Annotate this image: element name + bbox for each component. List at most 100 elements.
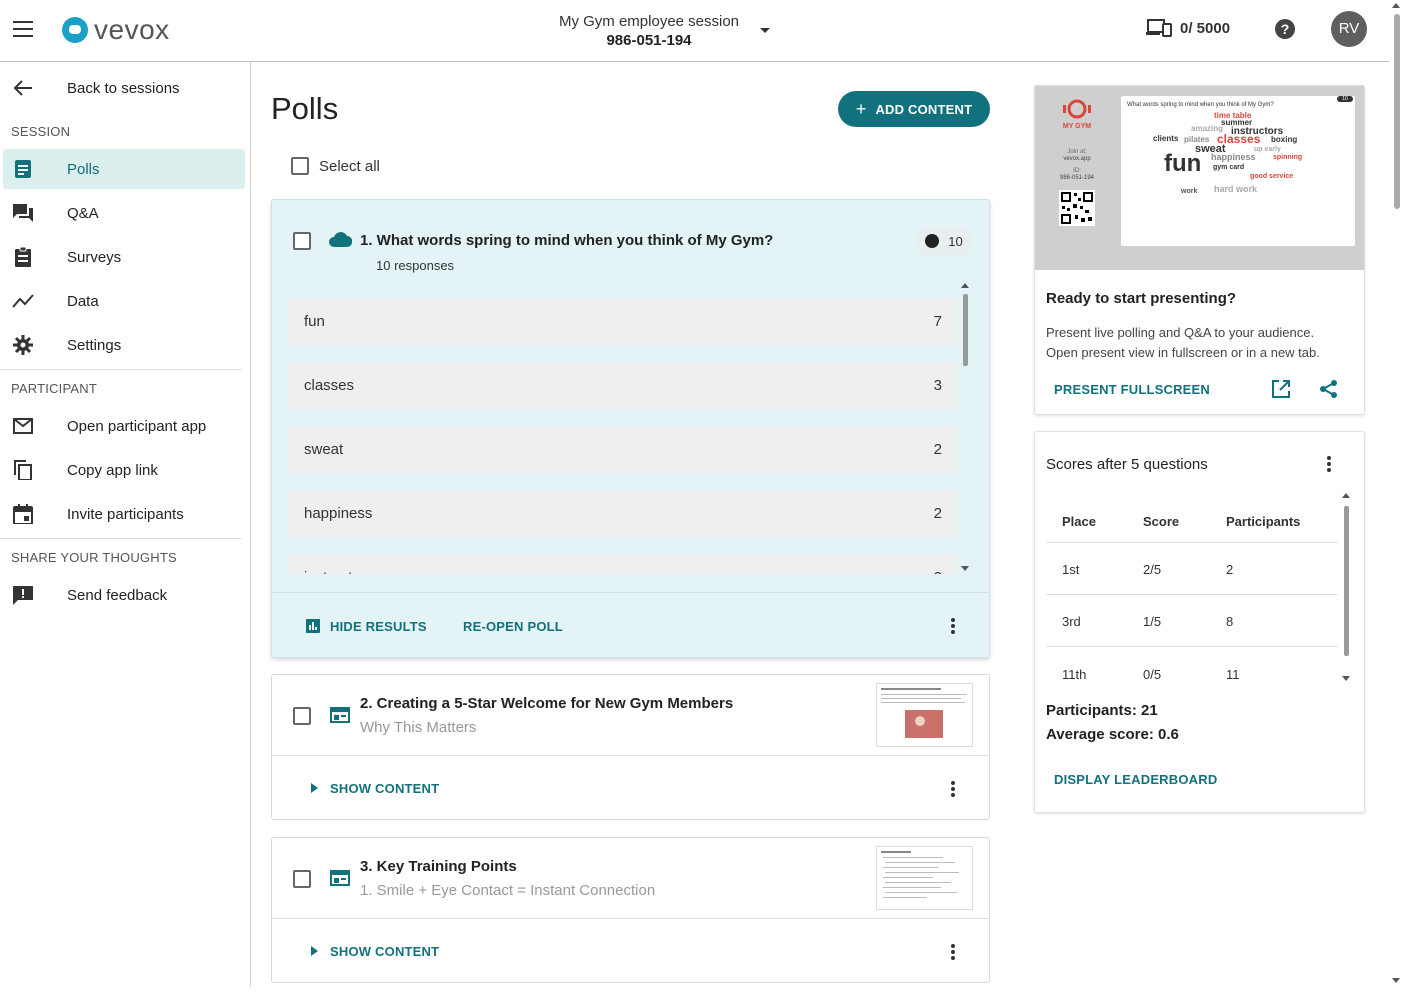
more-options-icon[interactable] [951,944,955,960]
chevron-down-icon[interactable] [760,28,770,33]
present-preview[interactable]: MY GYM Join at: vevox.app ID: 986-051-19… [1035,86,1364,270]
gear-icon [13,335,33,355]
divider [0,369,242,370]
avatar[interactable]: RV [1331,11,1367,47]
score-place: 1st [1062,562,1080,577]
add-content-button[interactable]: + ADD CONTENT [838,91,990,127]
col-header-participants: Participants [1226,514,1301,529]
content-subtitle: 1. Smile + Eye Contact = Instant Connect… [360,882,656,899]
more-options-icon[interactable] [1327,456,1331,472]
result-row: instructors 2 [288,554,958,574]
results-scrollbar[interactable] [958,280,972,574]
content-checkbox[interactable] [293,870,311,888]
row-divider [1046,542,1338,543]
send-feedback[interactable]: Send feedback [0,575,242,615]
score-participants: 2 [1226,562,1234,577]
qr-code [1059,190,1095,226]
logo[interactable]: vevox [62,14,170,46]
copy-app-link[interactable]: Copy app link [0,450,242,490]
participant-count-text: 0/ 5000 [1180,19,1231,37]
page-scrollbar[interactable] [1389,0,1404,987]
slide-thumbnail [876,683,973,747]
back-to-sessions[interactable]: Back to sessions [0,68,242,108]
invite-participants[interactable]: Invite participants [0,494,242,534]
sidebar-item-label: Open participant app [67,417,207,435]
poll-card: 1. What words spring to mind when you th… [271,199,990,658]
sidebar-item-polls[interactable]: Polls [3,149,245,189]
gym-brand: MY GYM [1062,123,1092,130]
content-card-header: 3. Key Training Points 1. Smile + Eye Co… [272,838,989,919]
slide-icon [330,870,350,886]
result-label: sweat [304,441,344,458]
result-count: 7 [933,313,942,330]
slide-preview: What words spring to mind when you think… [1121,96,1355,246]
surveys-icon [15,247,31,267]
scores-title: Scores after 5 questions [1046,456,1208,473]
word: work [1181,188,1198,195]
hide-results-button[interactable]: HIDE RESULTS [330,619,427,634]
participant-counter: 0/ 5000 [1146,19,1230,37]
content-subtitle: Why This Matters [360,719,477,736]
result-label: instructors [304,569,373,574]
slide-question: What words spring to mind when you think… [1127,102,1274,108]
word: good service [1250,173,1294,180]
sidebar-item-label: Invite participants [67,505,184,523]
present-fullscreen-button[interactable]: PRESENT FULLSCREEN [1054,382,1210,397]
more-options-icon[interactable] [951,781,955,797]
join-url: vevox.app [1063,156,1091,162]
qa-icon [13,204,33,222]
sidebar-item-qa[interactable]: Q&A [0,193,242,233]
content-title: 3. Key Training Points [360,858,517,875]
content-title: 2. Creating a 5-Star Welcome for New Gym… [360,695,734,712]
result-row: happiness 2 [288,490,958,537]
score-participants: 11 [1226,667,1240,682]
participants-summary: Participants: 21 [1046,702,1158,719]
poll-checkbox[interactable] [293,232,311,250]
sidebar-item-surveys[interactable]: Surveys [0,237,242,277]
participants-icon [925,234,940,248]
content-checkbox[interactable] [293,707,311,725]
sidebar-item-settings[interactable]: Settings [0,325,242,365]
show-content-button[interactable]: SHOW CONTENT [330,781,439,796]
session-id: 986-051-194 [606,32,692,49]
sidebar-item-label: Polls [67,160,100,178]
select-all-checkbox[interactable] [291,157,309,175]
reopen-poll-button[interactable]: RE-OPEN POLL [463,619,563,634]
add-content-label: ADD CONTENT [875,101,973,117]
poll-title: 1. What words spring to mind when you th… [360,232,774,249]
score-value: 0/5 [1143,667,1162,682]
row-divider [1046,646,1338,647]
col-header-score: Score [1143,514,1180,529]
share-icon[interactable] [1319,379,1339,399]
scores-scrollbar[interactable] [1339,490,1353,684]
arrow-left-icon [13,80,32,96]
result-count: 2 [934,569,942,574]
session-selector[interactable]: My Gym employee session 986-051-194 [540,13,758,49]
sidebar-item-label: Settings [67,336,122,354]
slide-thumbnail [876,846,973,910]
open-new-tab-icon[interactable] [1271,379,1291,399]
word: boxing [1271,135,1298,144]
divider [0,538,242,539]
id-value: 986-051-194 [1059,175,1095,181]
sidebar-item-data[interactable]: Data [0,281,242,321]
word: gym card [1213,164,1245,171]
vevox-logo-icon [62,17,88,43]
display-leaderboard-button[interactable]: DISPLAY LEADERBOARD [1054,772,1217,787]
present-panel: MY GYM Join at: vevox.app ID: 986-051-19… [1034,85,1365,415]
poll-responses: 10 responses [376,258,455,273]
sidebar: Back to sessions SESSION Polls Q&A Surve… [0,62,251,987]
help-icon[interactable]: ? [1275,19,1295,39]
results-list[interactable]: fun 7 classes 3 sweat 2 happiness 2 instruct… [288,280,958,574]
menu-icon[interactable] [13,21,33,37]
more-options-icon[interactable] [951,618,955,634]
word: clients [1153,134,1179,143]
word: spinning [1273,154,1303,161]
scores-panel: Scores after 5 questions Place Score Par… [1034,431,1365,813]
show-content-button[interactable]: SHOW CONTENT [330,944,439,959]
id-label: ID: [1073,168,1081,174]
back-label: Back to sessions [67,79,180,97]
plus-icon: + [855,98,867,119]
open-participant-app[interactable]: Open participant app [0,406,242,446]
present-desc-1: Present live polling and Q&A to your aud… [1046,325,1315,340]
